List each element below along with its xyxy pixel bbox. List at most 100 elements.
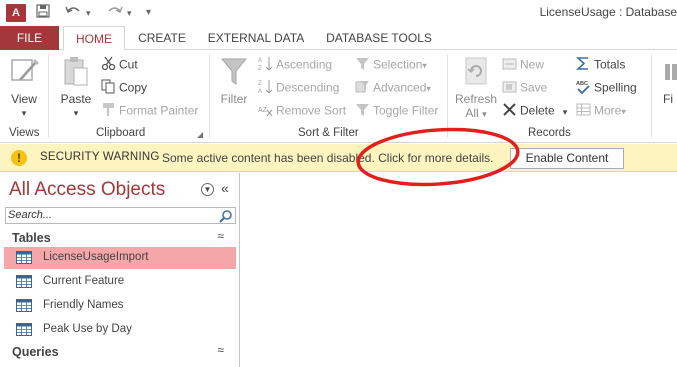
nav-pane-title[interactable]: All Access Objects [9,179,165,201]
descending-label: Descending [276,80,340,95]
more-button[interactable]: More▾ [576,102,626,121]
svg-text:Z: Z [258,81,262,87]
redo-dropdown-icon[interactable]: ▾ [127,4,132,22]
svg-text:ABC: ABC [576,81,588,87]
table-icon [16,299,32,312]
nav-item-table[interactable]: Peak Use by Day [4,319,236,341]
nav-pane-menu-icon[interactable]: ▼ [201,183,214,196]
undo-dropdown-icon[interactable]: ▾ [86,4,91,22]
search-icon[interactable] [219,209,233,223]
selection-label: Selection [373,57,423,72]
copy-icon [101,79,116,98]
table-icon [16,275,32,288]
redo-icon[interactable] [106,4,124,22]
tab-create[interactable]: CREATE [133,26,191,50]
nav-item-label: Peak Use by Day [43,323,132,335]
table-icon [16,323,32,336]
enable-content-button[interactable]: Enable Content [510,148,624,169]
save-icon[interactable] [36,4,50,22]
cut-label: Cut [119,57,138,72]
advanced-label: Advanced [373,80,427,95]
ribbon-separator [48,54,49,138]
filter-icon [220,58,248,85]
new-record-button[interactable]: New [502,56,544,75]
remove-sort-label: Remove Sort [276,103,347,118]
customize-qat-icon[interactable]: ▾ [146,4,151,22]
tab-file[interactable]: FILE [0,26,59,50]
ascending-button[interactable]: A Z Ascending [258,56,332,75]
collapse-section-icon: ≈ [217,343,224,357]
tab-external-data[interactable]: EXTERNAL DATA [204,26,308,50]
refresh-icon [465,57,487,85]
delete-button[interactable]: Delete ▾ [502,102,567,121]
security-warning-title: SECURITY WARNING [40,151,160,163]
toggle-filter-label: Toggle Filter [373,103,439,118]
filter-label: Filter [220,92,248,106]
nav-item-table[interactable]: Friendly Names [4,295,236,317]
refresh-label: Refresh [454,92,498,106]
selection-filter-icon [355,56,370,75]
remove-sort-button[interactable]: AZ Remove Sort [258,102,346,121]
nav-item-label: LicenseUsageImport [43,251,149,263]
security-warning-bar: ! SECURITY WARNING Some active content h… [0,144,677,172]
ascending-label: Ascending [276,57,333,72]
svg-text:A: A [258,58,262,64]
new-label: New [520,57,545,72]
more-label: More [594,103,622,118]
collapse-section-icon: ≈ [217,229,224,243]
toggle-filter-button[interactable]: Toggle Filter [355,102,438,121]
format-painter-icon [101,102,116,121]
access-logo-icon: A [6,4,26,22]
format-painter-button[interactable]: Format Painter [101,102,198,121]
security-warning-message[interactable]: Some active content has been disabled. C… [162,151,494,165]
clipboard-dialog-launcher-icon[interactable]: ◢ [197,130,203,139]
records-group-label: Records [528,127,571,139]
totals-label: Totals [594,57,626,72]
totals-button[interactable]: Totals [575,56,626,75]
remove-sort-icon: AZ [258,102,273,121]
advanced-filter-icon [355,79,370,98]
nav-item-label: Friendly Names [43,299,124,311]
save-record-icon [502,79,517,98]
navigation-pane: All Access Objects ▼ « Search... Tables … [0,173,240,367]
nav-section-tables[interactable]: Tables ≈ [4,229,236,247]
warning-icon: ! [11,150,27,166]
cut-button[interactable]: Cut [101,56,138,75]
find-icon [665,64,677,80]
tab-database-tools[interactable]: DATABASE TOOLS [322,26,436,50]
copy-label: Copy [119,80,148,95]
ribbon-separator [651,54,652,138]
paste-label: Paste [60,92,92,106]
new-record-icon [502,56,517,75]
spelling-check-icon: ABC [576,79,591,98]
window-title: LicenseUsage : Database [539,5,677,19]
tab-home[interactable]: HOME [63,26,125,51]
delete-x-icon [502,102,517,121]
advanced-button[interactable]: Advanced▾ [355,79,431,98]
selection-dropdown-icon: ▾ [422,60,427,71]
save-label: Save [520,80,548,95]
search-placeholder: Search... [8,209,53,221]
nav-item-table[interactable]: LicenseUsageImport [4,247,236,269]
advanced-dropdown-icon: ▾ [426,83,431,94]
copy-button[interactable]: Copy [101,79,147,98]
ribbon: View ▾ Views Paste ▾ Cut Copy Format Pai… [0,50,677,143]
nav-search-input[interactable]: Search... [5,207,236,224]
svg-text:Z: Z [258,66,262,71]
nav-section-queries[interactable]: Queries ≈ [4,343,236,361]
descending-button[interactable]: Z A Descending [258,79,339,98]
spelling-button[interactable]: ABC Spelling [576,79,637,98]
toggle-filter-icon [355,102,370,121]
view-dropdown-icon: ▾ [21,108,27,118]
delete-dropdown-icon: ▾ [562,106,568,117]
refresh-all-label: All ▾ [465,106,487,120]
title-bar: A ▾ ▾ ▾ LicenseUsage : Database [0,0,677,26]
ribbon-tabs: FILE HOME CREATE EXTERNAL DATA DATABASE … [0,26,677,51]
clipboard-group-label: Clipboard [96,127,146,139]
sort-descending-icon: ZA [258,79,273,98]
nav-item-table[interactable]: Current Feature [4,271,236,293]
nav-pane-collapse-icon[interactable]: « [221,180,229,196]
selection-button[interactable]: Selection▾ [355,56,427,75]
undo-icon[interactable] [64,4,82,22]
save-record-button[interactable]: Save [502,79,547,98]
